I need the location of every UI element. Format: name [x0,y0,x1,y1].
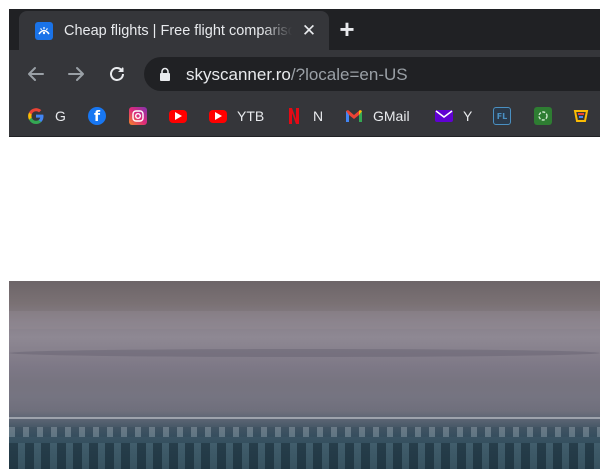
tab-close-icon[interactable]: ✕ [299,21,319,41]
bookmark-label: N [313,108,324,124]
tab-strip: Cheap flights | Free flight comparison ✕… [9,9,600,50]
yahoo-mail-icon [435,107,453,125]
facebook-icon: f [88,107,106,125]
bookmark-google[interactable]: G [27,105,66,127]
bookmark-netflix[interactable]: N [285,105,323,127]
tab-title: Cheap flights | Free flight comparison [64,22,292,40]
green-circle-icon [534,107,552,125]
youtube-icon [169,109,187,123]
youtube-icon [209,109,227,123]
bookmark-label: GMail [373,108,410,124]
bookmark-gmail[interactable]: GMail [345,105,410,127]
bookmark-extension[interactable] [572,105,590,127]
back-arrow-icon[interactable] [24,62,48,86]
cloud-band [9,349,600,357]
fl-icon: FL [493,107,511,125]
bookmark-facebook[interactable]: f [88,105,106,127]
url-text: skyscanner.ro/?locale=en-US [186,65,408,84]
bookmark-youtube[interactable] [169,105,187,127]
page-content [9,138,600,469]
google-icon [27,107,45,125]
sky-haze [9,311,600,329]
bookmark-ytb[interactable]: YTB [209,105,264,127]
bookmark-yahoo-mail[interactable]: Y [435,105,472,127]
url-path: /?locale=en-US [290,65,408,84]
bookmark-label: G [55,108,66,124]
tab-skyscanner[interactable]: Cheap flights | Free flight comparison ✕ [19,11,329,50]
bookmark-label: Y [463,108,473,124]
gmail-icon [345,107,363,125]
horizon-line [9,417,600,419]
netflix-icon [285,107,303,125]
waves [9,427,600,437]
instagram-icon [129,107,147,125]
browser-toolbar: skyscanner.ro/?locale=en-US [9,50,600,97]
bookmark-instagram[interactable] [129,105,147,127]
foreground-waves [9,443,600,469]
bookmark-fl[interactable]: FL [493,105,511,127]
reload-icon[interactable] [105,62,129,86]
extension-icon [572,107,590,125]
forward-arrow-icon[interactable] [64,62,88,86]
bookmark-green[interactable] [534,105,552,127]
skyscanner-favicon-icon [35,22,53,40]
bookmark-label: YTB [237,108,265,124]
address-bar[interactable]: skyscanner.ro/?locale=en-US [144,57,600,91]
lock-icon[interactable] [158,67,172,81]
url-host: skyscanner.ro [186,65,291,84]
new-tab-button[interactable]: + [335,16,359,42]
hero-image-sea [9,281,600,469]
bookmarks-bar: G f YTB N GMail Y FL [9,97,600,137]
